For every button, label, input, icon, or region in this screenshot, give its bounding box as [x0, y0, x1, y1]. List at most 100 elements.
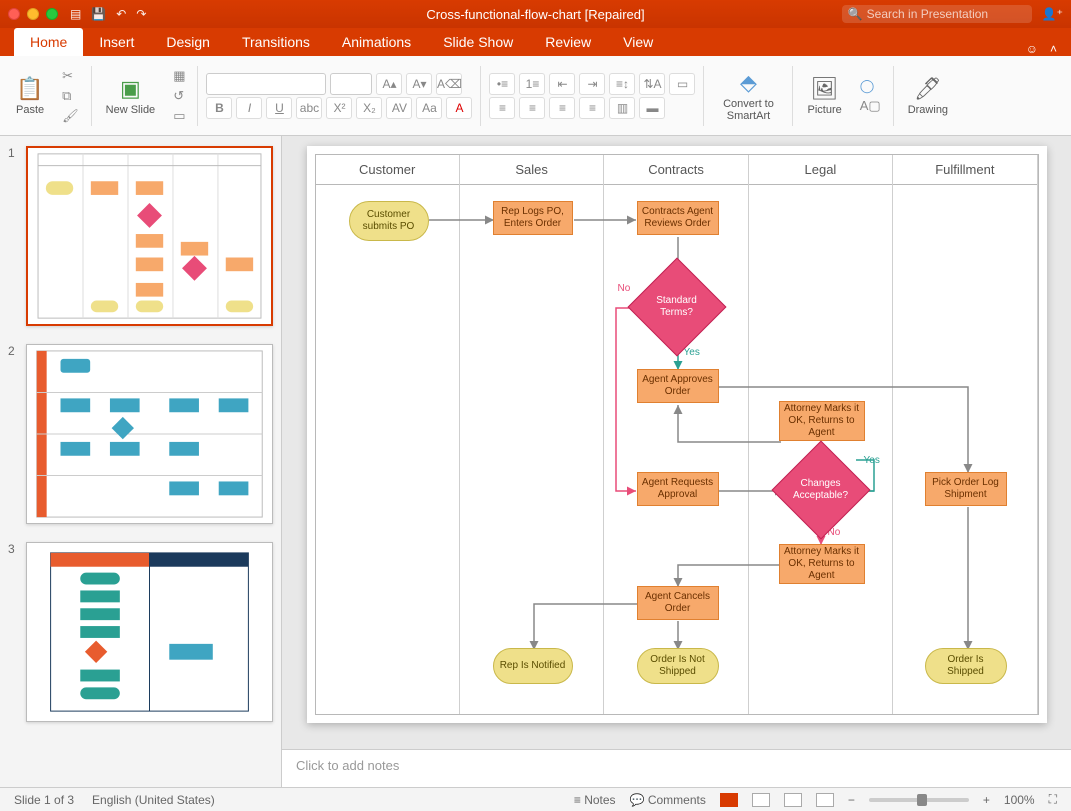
justify-button[interactable]: ≡	[579, 97, 605, 119]
new-slide-icon: ▣	[120, 76, 141, 102]
section-icon[interactable]: ▭	[173, 108, 185, 124]
italic-button[interactable]: I	[236, 97, 262, 119]
node-shipped[interactable]: Order Is Shipped	[925, 648, 1007, 684]
font-color-button[interactable]: A	[446, 97, 472, 119]
underline-button[interactable]: U	[266, 97, 292, 119]
thumbnail-1[interactable]	[26, 146, 273, 326]
tab-review[interactable]: Review	[529, 28, 607, 56]
view-normal-icon[interactable]	[720, 793, 738, 807]
bullets-button[interactable]: •≡	[489, 73, 515, 95]
picture-group[interactable]: 🖼 Picture	[801, 60, 847, 131]
status-language[interactable]: English (United States)	[92, 793, 215, 807]
columns-button[interactable]: ▥	[609, 97, 635, 119]
search-input[interactable]	[867, 7, 1026, 21]
bold-button[interactable]: B	[206, 97, 232, 119]
increase-font-icon[interactable]: A▴	[376, 73, 402, 95]
line-spacing-button[interactable]: ≡↕	[609, 73, 635, 95]
node-changes[interactable]: Changes Acceptable?	[786, 455, 856, 525]
smiley-icon[interactable]: ☺	[1026, 42, 1038, 56]
thumbnail-3[interactable]	[26, 542, 273, 722]
close-window[interactable]	[8, 8, 20, 20]
label-no: No	[618, 283, 631, 294]
fill-button[interactable]: ▬	[639, 97, 665, 119]
node-not-shipped[interactable]: Order Is Not Shipped	[637, 648, 719, 684]
fit-window-icon[interactable]: ⛶	[1049, 792, 1057, 807]
node-attorney2[interactable]: Attorney Marks it OK, Returns to Agent	[779, 544, 865, 584]
char-spacing-button[interactable]: AV	[386, 97, 412, 119]
node-requests[interactable]: Agent Requests Approval	[637, 472, 719, 506]
maximize-window[interactable]	[46, 8, 58, 20]
smartart-group[interactable]: ⬘ Convert to SmartArt	[712, 60, 784, 131]
slide[interactable]: Customer Sales Contracts Legal Fulfillme…	[307, 146, 1047, 723]
tab-transitions[interactable]: Transitions	[226, 28, 326, 56]
node-rep-logs[interactable]: Rep Logs PO, Enters Order	[493, 201, 573, 235]
tab-design[interactable]: Design	[150, 28, 226, 56]
superscript-button[interactable]: X²	[326, 97, 352, 119]
qat-redo-icon[interactable]: ↷	[136, 7, 146, 21]
qat-save2-icon[interactable]: 💾	[91, 7, 106, 21]
numbering-button[interactable]: 1≡	[519, 73, 545, 95]
notes-pane[interactable]: Click to add notes	[282, 749, 1071, 787]
strike-button[interactable]: abc	[296, 97, 322, 119]
decrease-font-icon[interactable]: A▾	[406, 73, 432, 95]
font-size-select[interactable]	[330, 73, 372, 95]
share-icon[interactable]: 👤⁺	[1042, 7, 1063, 21]
zoom-out-icon[interactable]: −	[848, 793, 855, 807]
paste-group[interactable]: 📋 Paste	[10, 60, 50, 131]
tab-insert[interactable]: Insert	[83, 28, 150, 56]
node-approves[interactable]: Agent Approves Order	[637, 369, 719, 403]
cut-icon[interactable]: ✂	[62, 68, 79, 84]
canvas-scroll[interactable]: Customer Sales Contracts Legal Fulfillme…	[282, 136, 1071, 749]
align-text-button[interactable]: ▭	[669, 73, 695, 95]
subscript-button[interactable]: X₂	[356, 97, 382, 119]
node-customer-po[interactable]: Customer submits PO	[349, 201, 429, 241]
collapse-ribbon-icon[interactable]: ˄	[1050, 42, 1057, 56]
search-box[interactable]: 🔍	[842, 5, 1032, 23]
view-sorter-icon[interactable]	[752, 793, 770, 807]
view-slideshow-icon[interactable]	[816, 793, 834, 807]
clear-format-icon[interactable]: A⌫	[436, 73, 462, 95]
reset-icon[interactable]: ↺	[173, 88, 185, 104]
zoom-in-icon[interactable]: +	[983, 793, 990, 807]
font-family-select[interactable]	[206, 73, 326, 95]
status-notes[interactable]: ≡ Notes	[574, 793, 616, 807]
zoom-slider[interactable]	[869, 798, 969, 802]
node-attorney1[interactable]: Attorney Marks it OK, Returns to Agent	[779, 401, 865, 441]
text-direction-button[interactable]: ⇅A	[639, 73, 665, 95]
tab-home[interactable]: Home	[14, 28, 83, 56]
paste-icon: 📋	[16, 76, 43, 102]
node-standard-terms[interactable]: Standard Terms?	[642, 272, 712, 342]
qat-save-icon[interactable]: ▤	[70, 7, 81, 21]
textbox-icon[interactable]: A▢	[860, 98, 881, 114]
align-right-button[interactable]: ≡	[549, 97, 575, 119]
align-left-button[interactable]: ≡	[489, 97, 515, 119]
view-reading-icon[interactable]	[784, 793, 802, 807]
layout-icon[interactable]: ▦	[173, 68, 185, 84]
tab-animations[interactable]: Animations	[326, 28, 427, 56]
new-slide-group[interactable]: ▣ New Slide	[100, 60, 162, 131]
align-center-button[interactable]: ≡	[519, 97, 545, 119]
minimize-window[interactable]	[27, 8, 39, 20]
tab-view[interactable]: View	[607, 28, 669, 56]
tab-slideshow[interactable]: Slide Show	[427, 28, 529, 56]
shapes-icon[interactable]: ◯	[860, 78, 881, 94]
status-comments[interactable]: 💬 Comments	[630, 793, 706, 807]
change-case-button[interactable]: Aa	[416, 97, 442, 119]
format-painter-icon[interactable]: 🖌	[62, 108, 79, 124]
zoom-level[interactable]: 100%	[1004, 793, 1035, 807]
qat-undo-icon[interactable]: ↶	[116, 7, 126, 21]
copy-icon[interactable]: ⧉	[62, 88, 79, 104]
node-pick[interactable]: Pick Order Log Shipment	[925, 472, 1007, 506]
thumbnail-2[interactable]	[26, 344, 273, 524]
drawing-group[interactable]: 🖊 Drawing	[902, 60, 954, 131]
window-controls	[8, 8, 58, 20]
titlebar: ▤ 💾 ↶ ↷ Cross-functional-flow-chart [Rep…	[0, 0, 1071, 28]
node-reviews[interactable]: Contracts Agent Reviews Order	[637, 201, 719, 235]
label-yes: Yes	[864, 455, 880, 466]
paragraph-group: •≡ 1≡ ⇤ ⇥ ≡↕ ⇅A ▭ ≡ ≡ ≡ ≡ ▥ ▬	[489, 73, 695, 119]
indent-button[interactable]: ⇥	[579, 73, 605, 95]
canvas-area: Customer Sales Contracts Legal Fulfillme…	[282, 136, 1071, 787]
outdent-button[interactable]: ⇤	[549, 73, 575, 95]
node-cancels[interactable]: Agent Cancels Order	[637, 586, 719, 620]
node-rep-notified[interactable]: Rep Is Notified	[493, 648, 573, 684]
